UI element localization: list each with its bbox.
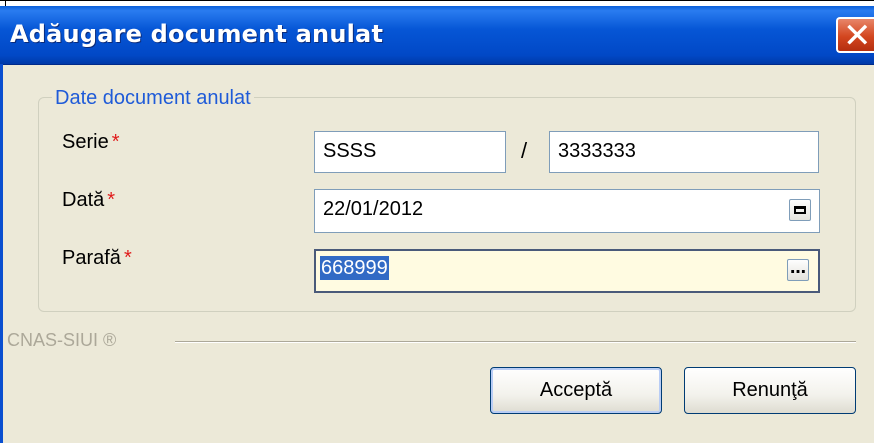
parafa-input[interactable]: 668999 … <box>314 249 820 293</box>
groupbox-legend: Date document anulat <box>52 87 254 109</box>
date-input-value: 22/01/2012 <box>323 198 424 220</box>
required-marker: * <box>107 189 116 211</box>
parafa-label: Parafă * <box>62 247 132 270</box>
browse-button[interactable]: … <box>787 258 809 281</box>
ellipsis-icon: … <box>790 258 806 277</box>
required-marker: * <box>123 247 132 269</box>
window-left-border <box>0 64 3 443</box>
date-input[interactable]: 22/01/2012 <box>314 189 820 233</box>
data-label: Dată * <box>62 189 115 212</box>
title-bar[interactable]: Adăugare document anulat ✕ <box>0 6 874 65</box>
serie-number-separator: / <box>521 138 528 163</box>
serie-label-text: Serie <box>62 131 109 153</box>
calendar-icon <box>794 206 806 214</box>
parafa-label-text: Parafă <box>62 247 121 269</box>
footer-divider <box>175 341 856 343</box>
required-marker: * <box>111 131 120 153</box>
serie-label: Serie * <box>62 131 120 154</box>
serie-input[interactable]: SSSS <box>314 131 506 173</box>
close-icon: ✕ <box>843 16 872 56</box>
dialog-title: Adăugare document anulat <box>10 20 384 48</box>
brand-label: CNAS-SIUI ® <box>7 330 117 350</box>
number-input-value: 3333333 <box>558 140 636 162</box>
close-button[interactable]: ✕ <box>836 16 874 56</box>
serie-input-value: SSSS <box>323 140 377 162</box>
data-label-text: Dată <box>62 189 105 211</box>
number-input[interactable]: 3333333 <box>549 131 819 173</box>
parafa-input-value: 668999 <box>320 256 389 280</box>
cancel-button[interactable]: Renunţă <box>684 367 856 414</box>
calendar-button[interactable] <box>789 199 811 221</box>
accept-button[interactable]: Acceptă <box>490 367 662 414</box>
